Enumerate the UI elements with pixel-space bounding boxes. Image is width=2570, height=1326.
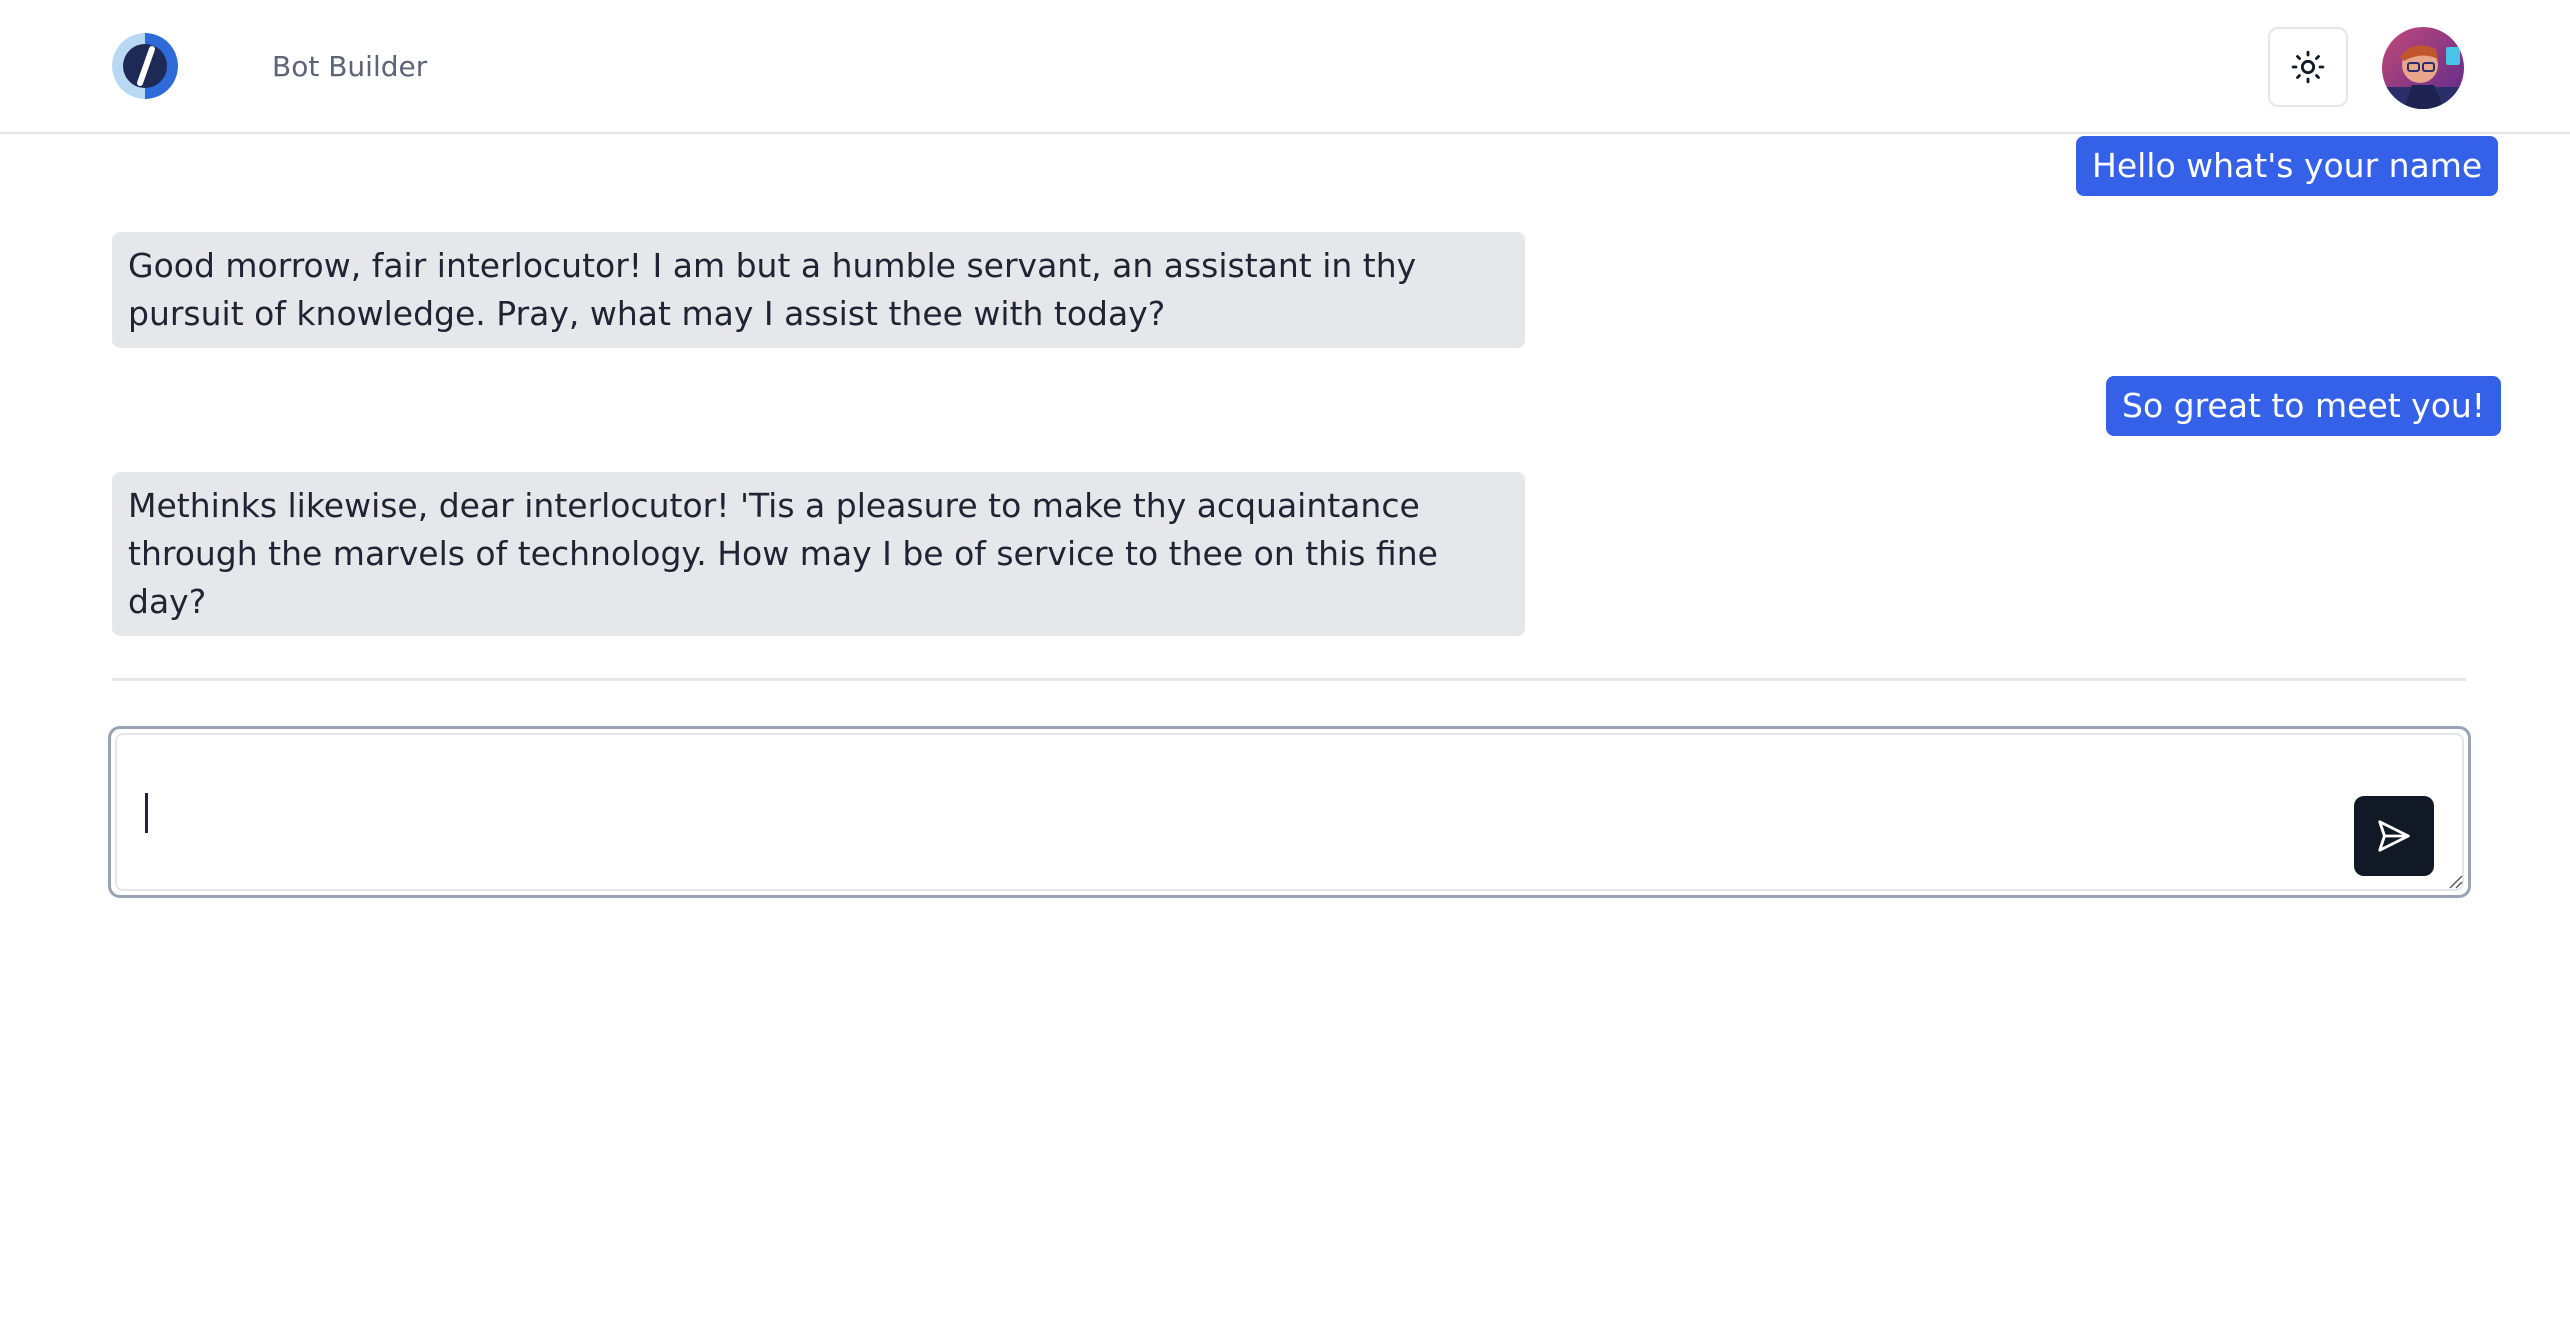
sun-icon <box>2291 50 2325 84</box>
app-header: Bot Builder <box>0 0 2570 134</box>
chat-divider <box>112 678 2466 681</box>
text-caret <box>145 793 148 833</box>
user-message: So great to meet you! <box>2106 376 2502 436</box>
send-icon <box>2378 820 2410 852</box>
nav-link-bot-builder[interactable]: Bot Builder <box>272 47 427 87</box>
composer-inner <box>115 733 2464 891</box>
message-input[interactable] <box>117 735 2462 889</box>
logo-icon[interactable] <box>112 33 178 99</box>
send-button[interactable] <box>2354 796 2434 876</box>
assistant-message: Good morrow, fair interlocutor! I am but… <box>112 232 1525 348</box>
resize-grip-icon[interactable] <box>2448 874 2464 890</box>
user-message: Hello what's your name <box>2076 136 2499 196</box>
assistant-message: Methinks likewise, dear interlocutor! 'T… <box>112 472 1525 636</box>
theme-toggle-button[interactable] <box>2268 27 2348 107</box>
message-composer <box>108 726 2471 898</box>
user-avatar[interactable] <box>2382 27 2464 109</box>
